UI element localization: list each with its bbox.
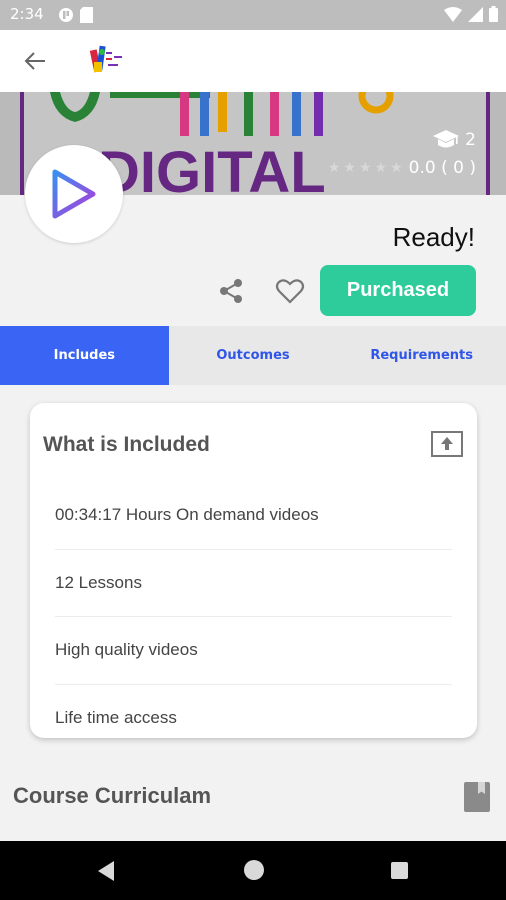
tab-requirements[interactable]: Requirements (337, 326, 506, 385)
enrolled-count: 2 (465, 130, 476, 150)
arrow-left-icon (24, 52, 45, 70)
star-icon: ★ (343, 160, 356, 176)
nav-back-icon[interactable] (96, 860, 116, 882)
sd-card-icon (80, 7, 93, 23)
list-item: 00:34:17 Hours On demand videos (55, 482, 452, 550)
curriculum-title: Course Curriculam (13, 783, 212, 808)
play-icon (52, 169, 96, 219)
app-logo (89, 45, 122, 73)
rating-stars: ★ ★ ★ ★ ★ (328, 160, 403, 176)
share-button[interactable] (216, 276, 246, 306)
notification-app-icon (59, 8, 73, 22)
star-icon: ★ (390, 160, 403, 176)
status-bar: 2:34 (0, 0, 506, 30)
system-nav-bar (0, 841, 506, 900)
nav-home-icon[interactable] (244, 860, 264, 880)
includes-card: What is Included 00:34:17 Hours On deman… (30, 403, 477, 738)
list-item: Life time access (55, 708, 177, 728)
play-preview-button[interactable] (25, 145, 123, 243)
rating-text: 0.0 ( 0 ) (408, 158, 476, 178)
back-button[interactable] (18, 46, 52, 76)
wishlist-button[interactable] (274, 276, 306, 306)
status-time: 2:34 (10, 5, 44, 23)
star-icon: ★ (374, 160, 388, 176)
heart-icon (275, 279, 305, 304)
includes-card-title: What is Included (43, 433, 210, 456)
upload-box-icon (431, 431, 463, 457)
includes-list: 00:34:17 Hours On demand videos 12 Lesso… (55, 482, 452, 738)
course-title: Ready! (392, 222, 475, 252)
nav-recents-icon[interactable] (391, 862, 408, 879)
star-icon: ★ (327, 160, 341, 176)
share-icon (220, 279, 242, 303)
tab-outcomes[interactable]: Outcomes (169, 326, 338, 385)
battery-icon (489, 6, 498, 22)
wifi-icon (444, 6, 462, 22)
signal-icon (468, 6, 483, 22)
course-tabs: Includes Outcomes Requirements (0, 326, 506, 385)
list-item: High quality videos (55, 617, 452, 685)
star-icon: ★ (358, 160, 372, 176)
purchased-button[interactable]: Purchased (320, 265, 476, 316)
app-bar (0, 30, 506, 92)
collapse-button[interactable] (431, 431, 463, 457)
book-icon[interactable] (464, 782, 490, 812)
graduation-cap-icon (433, 130, 460, 148)
list-item: 12 Lessons (55, 550, 452, 617)
tab-includes[interactable]: Includes (0, 326, 169, 385)
